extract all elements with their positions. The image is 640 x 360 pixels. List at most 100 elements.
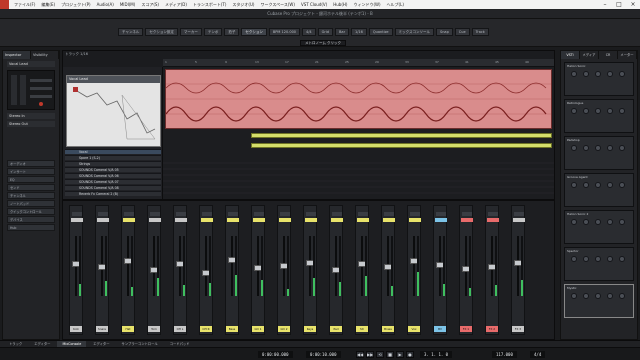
knob-icon[interactable] — [583, 182, 589, 188]
fader-track[interactable] — [231, 236, 233, 296]
knob-icon[interactable] — [619, 256, 625, 262]
tab-control-room[interactable]: CR — [599, 51, 618, 59]
channel-name[interactable]: Keys — [304, 326, 316, 332]
mixer-channel-strip[interactable]: Snare — [95, 205, 109, 335]
fader-track[interactable] — [309, 236, 311, 296]
knob-icon[interactable] — [595, 145, 601, 151]
midi-event[interactable] — [251, 143, 552, 148]
menu-window[interactable]: ウィンドウ(W) — [350, 2, 383, 8]
insert-slot[interactable] — [72, 212, 82, 216]
knob-icon[interactable] — [571, 256, 577, 262]
toolbar-button[interactable]: Track — [471, 28, 489, 36]
mixer-channel-strip[interactable]: Vox — [407, 205, 421, 335]
inspector-section[interactable]: センド — [7, 184, 55, 191]
instrument-rack-slot[interactable]: Retrologue — [564, 99, 634, 133]
tab-visibility[interactable]: Visibility — [31, 51, 59, 59]
toolbar-button[interactable]: 拍子 — [224, 28, 240, 36]
knob-icon[interactable] — [595, 71, 601, 77]
mixer-channel-strip[interactable]: FX 2 — [485, 205, 499, 335]
knob-icon[interactable] — [619, 219, 625, 225]
position-display[interactable]: 3. 1. 1. 0 — [420, 351, 453, 358]
knob-icon[interactable] — [619, 182, 625, 188]
record-icon[interactable]: ● — [406, 351, 414, 358]
knob-icon[interactable] — [595, 108, 601, 114]
instrument-rack-slot[interactable]: Groove Agent — [564, 173, 634, 207]
toolbar-button[interactable]: 1/16 — [351, 28, 367, 36]
toolbar-button[interactable]: Snap — [435, 28, 453, 36]
tab-media[interactable]: メディア — [580, 51, 599, 59]
menu-file[interactable]: ファイル(F) — [11, 2, 38, 8]
knob-icon[interactable] — [571, 71, 577, 77]
track-row[interactable]: SOUNDS Cameral V/A 07 — [65, 179, 161, 184]
mixer-channel-strip[interactable]: Gtr 1 — [251, 205, 265, 335]
mixer-channel-strip[interactable]: Brass — [381, 205, 395, 335]
tab-vsti[interactable]: VSTi — [561, 51, 580, 59]
insert-slot[interactable] — [202, 212, 212, 216]
channel-name[interactable]: Hat — [122, 326, 134, 332]
menu-midi[interactable]: MIDI(M) — [117, 2, 138, 7]
inspector-section[interactable]: オーディオ — [7, 160, 55, 167]
knob-icon[interactable] — [571, 108, 577, 114]
fader-track[interactable] — [413, 236, 415, 296]
insert-slot[interactable] — [254, 212, 264, 216]
track-row[interactable]: Reverb Fx Cameral 2 (B) — [65, 191, 161, 196]
menu-help[interactable]: ヘルプ(L) — [384, 2, 407, 8]
channel-name[interactable]: Vox — [408, 326, 420, 332]
insert-slot[interactable] — [436, 212, 446, 216]
toolbar-button[interactable]: Quantize — [368, 28, 393, 36]
knob-icon[interactable] — [595, 256, 601, 262]
knob-icon[interactable] — [583, 145, 589, 151]
track-row[interactable]: SOUNDS Cameral V/A 06 — [65, 173, 161, 178]
insert-slot[interactable] — [280, 212, 290, 216]
knob-icon[interactable] — [583, 71, 589, 77]
fader-track[interactable] — [205, 236, 207, 296]
rewind-icon[interactable]: ◀◀ — [356, 351, 364, 358]
mixer-channel-strip[interactable]: Keys — [303, 205, 317, 335]
channel-name[interactable]: OH R — [200, 326, 212, 332]
inspector-section[interactable]: デバイス — [7, 216, 55, 223]
inspector-track-name[interactable]: Vocal Lead — [7, 61, 55, 67]
insert-slot[interactable] — [176, 212, 186, 216]
tab-meter[interactable]: メーター — [618, 51, 637, 59]
channel-name[interactable]: Pad — [330, 326, 342, 332]
knob-icon[interactable] — [595, 293, 601, 299]
mixer-channel-strip[interactable]: Tom — [147, 205, 161, 335]
input-routing[interactable]: Stereo In — [7, 113, 55, 119]
knob-icon[interactable] — [583, 293, 589, 299]
insert-slot[interactable] — [98, 212, 108, 216]
left-locator[interactable]: 0:00:00.000 — [258, 351, 293, 358]
insert-slot[interactable] — [332, 212, 342, 216]
insert-slot[interactable] — [124, 212, 134, 216]
toolbar-button[interactable]: テンポ — [203, 28, 223, 36]
track-row[interactable]: SOUNDS Cameral V/A 05 — [65, 167, 161, 172]
stop-icon[interactable]: ■ — [386, 351, 394, 358]
menu-audio[interactable]: Audio(A) — [94, 2, 117, 7]
output-routing[interactable]: Stereo Out — [7, 121, 55, 127]
knob-icon[interactable] — [571, 293, 577, 299]
timeline-ruler[interactable]: 1 5 9 13 17 21 25 29 33 37 41 45 49 — [163, 59, 554, 67]
instrument-rack-slot[interactable]: Halion Sonic 2 — [564, 210, 634, 244]
menu-workspace[interactable]: ワークスペース(W) — [257, 2, 297, 8]
channel-name[interactable]: Bass — [226, 326, 238, 332]
inspector-section[interactable]: インサート — [7, 168, 55, 175]
knob-icon[interactable] — [583, 219, 589, 225]
menu-edit[interactable]: 編集(E) — [38, 2, 58, 8]
empty-lanes[interactable] — [163, 157, 554, 197]
channel-name[interactable]: Tom — [148, 326, 160, 332]
instrument-rack-slot[interactable]: Mystic — [564, 284, 634, 318]
tempo-display[interactable]: BPM 120.000 — [268, 28, 301, 36]
audio-preview-window[interactable]: Vocal Lead — [66, 75, 161, 147]
mixer-channel-strip[interactable]: Hat — [121, 205, 135, 335]
inspector-section[interactable]: Hub — [7, 224, 55, 231]
channel-name[interactable]: Gtr 1 — [252, 326, 264, 332]
toolbar-button[interactable]: セクション — [241, 28, 267, 36]
toolbar-button[interactable]: Grid — [317, 28, 334, 36]
mixer-channel-strip[interactable]: Bass — [225, 205, 239, 335]
insert-slot[interactable] — [410, 212, 420, 216]
channel-name[interactable]: Gtr 2 — [278, 326, 290, 332]
mixer-channel-strip[interactable]: FX 1 — [459, 205, 473, 335]
toolbar-button[interactable]: マーカー — [179, 28, 202, 36]
knob-icon[interactable] — [619, 71, 625, 77]
menu-vst-cloud[interactable]: VST Cloud(V) — [298, 2, 330, 7]
toolbar-button[interactable]: Cue — [454, 28, 470, 36]
